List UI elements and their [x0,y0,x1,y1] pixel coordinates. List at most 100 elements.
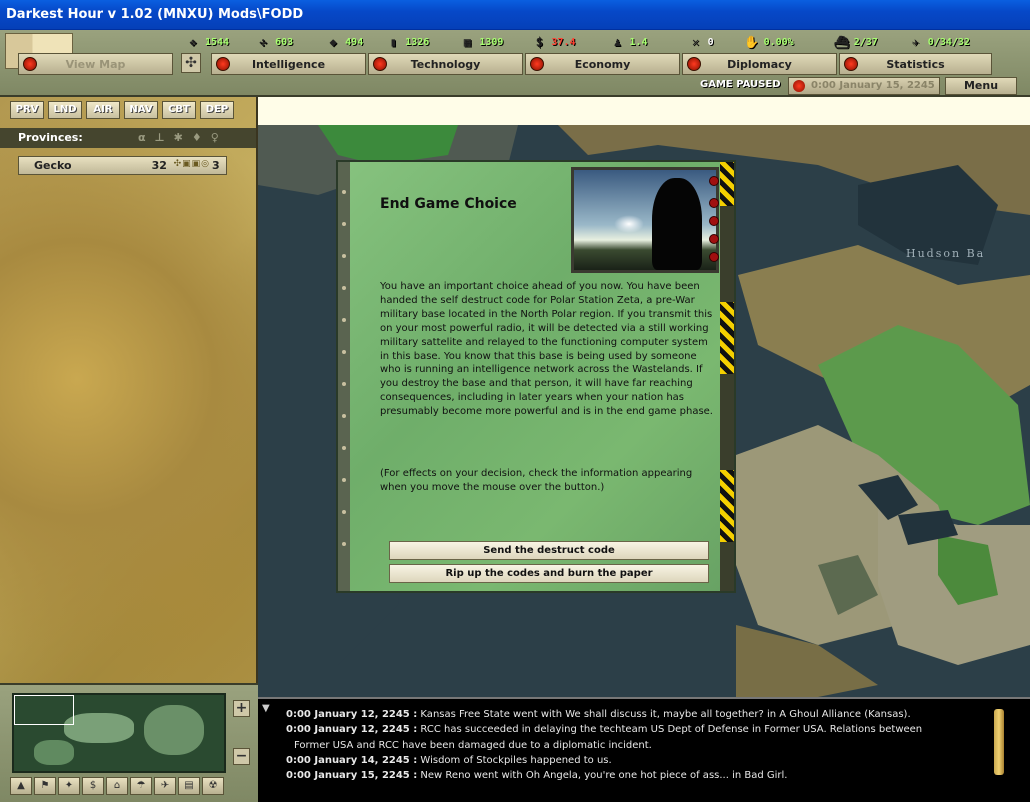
radiation-icon[interactable]: ☢ [202,777,224,795]
rare-materials-icon: ◆ [329,35,337,49]
tab-indicator-icon [23,57,37,71]
province-value: 32 [151,159,167,172]
tab-indicator-icon [530,57,544,71]
stat-item[interactable]: ◆ 494 [325,34,364,50]
tab-indicator-icon [687,57,701,71]
provinces-header: Provinces: α⊥✱♦♀ [0,128,256,148]
event-dialog: End Game Choice You have an important ch… [336,160,736,593]
stat-value: 37.4 [551,36,576,48]
stat-value: 1326 [405,36,430,48]
map-tab-cbt[interactable]: CBT [162,101,196,119]
supplies-icon: ▦ [463,35,471,49]
stat-value: 0 [707,36,714,48]
tab-label: Intelligence [251,57,326,71]
map-tab-nav[interactable]: NAV [124,101,158,119]
tab-indicator-icon [373,57,387,71]
log-line: 0:00 January 15, 2245 : New Reno went wi… [286,770,788,782]
game-date[interactable]: 0:00 January 15, 2245 [788,77,940,95]
map-filter-buttons: ▲ ⚑ ✦ $ ⌂ ☂ ✈ ▤ ☢ [10,777,224,795]
unit-icon[interactable]: ✈ [154,777,176,795]
option-burn-codes-button[interactable]: Rip up the codes and burn the paper [389,564,709,583]
stat-item[interactable]: ✋ 0.00% [744,34,794,50]
alliance-icon[interactable]: ✦ [58,777,80,795]
province-resource-icons: ✣▣▣◎ [173,159,210,169]
game-window: Darkest Hour v 1.02 (MNXU) Mods\FODD ❖ 15… [0,0,1030,802]
stat-value: 494 [345,36,364,48]
province-sort-icons[interactable]: α⊥✱♦♀ [138,131,228,144]
log-scrollbar[interactable] [994,709,1004,775]
zoom-out-button[interactable]: − [233,748,250,765]
terrain-icon[interactable]: ▲ [10,777,32,795]
escort-icon: ✈ [912,35,920,49]
map-tab-air[interactable]: AIR [86,101,120,119]
stat-item[interactable]: ❖ 1544 [185,34,229,50]
top-bar: ❖ 1544 ✣ 603 ◆ 494 ▮ 1326 ▦ 1309 $37.4 ♟ 1.4 ✕ 0 ✋ 0.00%… [0,30,1030,97]
tab-label: Economy [574,57,631,71]
tab-indicator-icon [844,57,858,71]
play-icon [793,80,805,92]
event-title: End Game Choice [380,196,517,212]
resource-bar: ❖ 1544 ✣ 603 ◆ 494 ▮ 1326 ▦ 1309 $37.4 ♟ 1.4 ✕ 0 ✋ 0.00%… [185,34,970,50]
tab-statistics[interactable]: Statistics [839,53,992,75]
dialog-body: End Game Choice You have an important ch… [350,162,722,591]
menu-button[interactable]: Menu [945,77,1017,95]
stat-item[interactable]: ⛴ 2/37 [834,34,878,50]
log-collapse-icon[interactable]: ▼ [262,703,270,714]
main-tabs: View Map ✣ Intelligence Technology Econo… [18,53,992,75]
message-log: ▼ 0:00 January 12, 2245 : Kansas Free St… [258,697,1030,802]
stat-item[interactable]: ▦ 1309 [459,34,504,50]
stat-item[interactable]: ✈ 0/34/32 [908,34,970,50]
stat-value: 2/37 [853,36,878,48]
tab-label: View Map [65,57,126,71]
date-text: 0:00 January 15, 2245 [811,80,935,91]
tab-view-map[interactable]: View Map [18,53,173,75]
money-icon[interactable]: $ [82,777,104,795]
minimap[interactable] [12,693,226,773]
stat-item[interactable]: ♟ 1.4 [610,34,648,50]
oil-icon: ▮ [389,35,397,49]
event-picture [571,167,719,273]
log-line: Former USA and RCC have been damaged due… [294,739,652,751]
provinces-title: Provinces: [18,131,83,144]
option-send-code-button[interactable]: Send the destruct code [389,541,709,560]
tab-technology[interactable]: Technology [368,53,523,75]
event-note: (For effects on your decision, check the… [380,468,693,493]
event-description: You have an important choice ahead of yo… [380,281,713,418]
metal-icon: ✣ [259,35,267,49]
map-mode-tabs: PRV LND AIR NAV CBT DEP [10,101,234,119]
flag-icon[interactable]: ⚑ [34,777,56,795]
stat-value: 1309 [479,36,504,48]
map-tab-dep[interactable]: DEP [200,101,234,119]
supply-icon[interactable]: ⌂ [106,777,128,795]
province-row[interactable]: Gecko 32 ✣▣▣◎ 3 [18,156,227,175]
map-info-strip [258,97,1030,125]
game-paused-label: GAME PAUSED [700,79,781,90]
zoom-in-button[interactable]: + [233,700,250,717]
money-icon: $ [535,35,544,49]
province-extra: 3 [212,159,220,172]
stat-item[interactable]: ▮ 1326 [385,34,430,50]
stat-item[interactable]: ✣ 603 [255,34,293,50]
tab-intelligence[interactable]: Intelligence [211,53,366,75]
tab-indicator-icon [216,57,230,71]
tab-economy[interactable]: Economy [525,53,680,75]
center-view-button[interactable]: ✣ [181,53,201,73]
stat-item[interactable]: ✕ 0 [688,34,714,50]
log-lines: 0:00 January 12, 2245 : Kansas Free Stat… [286,707,1006,783]
map-tab-lnd[interactable]: LND [48,101,82,119]
tab-label: Statistics [886,57,945,71]
tab-diplomacy[interactable]: Diplomacy [682,53,837,75]
dissent-icon: ✋ [744,35,760,49]
weather-icon[interactable]: ☂ [130,777,152,795]
transport-icon: ✕ [691,35,700,49]
minimap-viewport[interactable] [14,695,74,725]
tab-label: Diplomacy [727,57,792,71]
stat-value: 1.4 [629,36,648,48]
building-icon[interactable]: ▤ [178,777,200,795]
stat-item[interactable]: $37.4 [531,34,576,50]
map-tab-prv[interactable]: PRV [10,101,44,119]
stat-value: 0.00% [763,36,794,48]
dialog-left-edge [338,162,350,591]
map-label: Hudson Ba [906,247,986,260]
tab-label: Technology [410,57,481,71]
